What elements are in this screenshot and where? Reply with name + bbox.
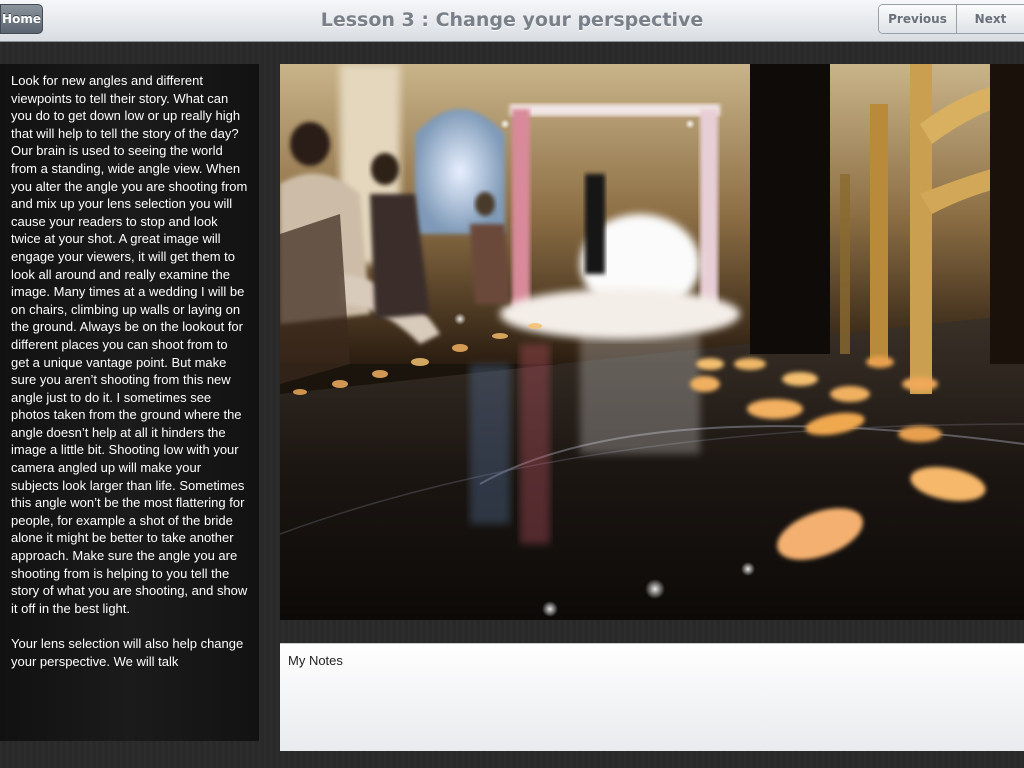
wedding-ceremony-photo bbox=[280, 64, 1024, 620]
notes-panel: My Notes bbox=[280, 643, 1024, 752]
lesson-paragraph: Your lens selection will also help chang… bbox=[11, 636, 244, 669]
notes-input[interactable] bbox=[280, 672, 1024, 752]
lesson-text: Look for new angles and different viewpo… bbox=[0, 64, 259, 670]
next-button[interactable]: Next bbox=[957, 5, 1024, 33]
previous-button[interactable]: Previous bbox=[879, 5, 957, 33]
home-button[interactable]: Home bbox=[0, 4, 43, 34]
lesson-text-panel[interactable]: Look for new angles and different viewpo… bbox=[0, 64, 259, 741]
navigation-bar: Home Lesson 3 : Change your perspective … bbox=[0, 0, 1024, 42]
notes-label: My Notes bbox=[288, 653, 343, 668]
lesson-photo bbox=[280, 64, 1024, 620]
lesson-navigation: Previous Next bbox=[878, 4, 1024, 34]
lesson-paragraph: Look for new angles and different viewpo… bbox=[11, 73, 248, 616]
page-title: Lesson 3 : Change your perspective bbox=[320, 9, 704, 31]
